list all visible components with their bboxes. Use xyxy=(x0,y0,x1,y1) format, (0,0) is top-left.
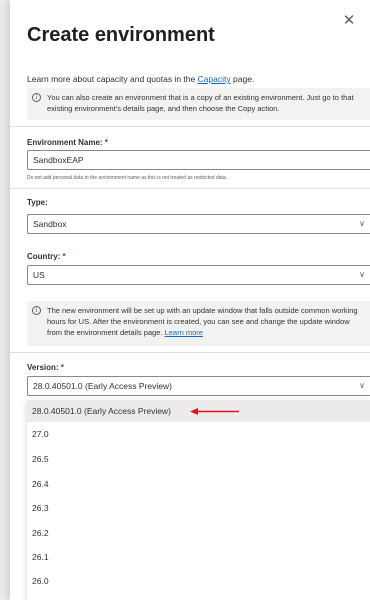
country-label: Country: * xyxy=(27,252,66,261)
close-icon[interactable]: ✕ xyxy=(342,13,356,28)
divider xyxy=(10,126,370,127)
type-select[interactable]: Sandbox ∨ xyxy=(27,214,370,234)
environment-name-label-text: Environment Name: xyxy=(27,138,103,147)
version-option[interactable]: 26.5 xyxy=(27,448,370,470)
version-option[interactable]: 26.1 xyxy=(27,546,370,568)
version-label-text: Version: xyxy=(27,363,59,372)
required-marker: * xyxy=(58,363,64,372)
copy-info-text: You can also create an environment that … xyxy=(47,93,354,113)
chevron-down-icon: ∨ xyxy=(359,381,365,390)
red-arrow-annotation-icon xyxy=(190,408,239,415)
version-select-value: 28.0.40501.0 (Early Access Preview) xyxy=(33,381,172,391)
version-option[interactable]: 26.4 xyxy=(27,473,370,495)
learn-more-link[interactable]: Learn more xyxy=(165,328,203,337)
version-option[interactable]: 27.0 xyxy=(27,423,370,445)
country-select[interactable]: US ∨ xyxy=(27,265,370,285)
required-marker: * xyxy=(60,252,66,261)
country-label-text: Country: xyxy=(27,252,61,261)
required-marker: * xyxy=(102,138,108,147)
country-select-value: US xyxy=(33,270,45,280)
panel-title: Create environment xyxy=(27,24,215,46)
chevron-down-icon: ∨ xyxy=(359,270,365,279)
environment-name-input[interactable]: SandboxEAP xyxy=(27,150,370,170)
info-icon: i xyxy=(32,93,41,102)
create-environment-panel: ✕ Create environment Learn more about ca… xyxy=(10,0,370,600)
divider xyxy=(10,352,370,353)
version-label: Version: * xyxy=(27,363,64,372)
version-option[interactable]: 26.0 xyxy=(27,570,370,592)
copy-info-box: i You can also create an environment tha… xyxy=(27,88,370,120)
update-window-info-box: i The new environment will be set up wit… xyxy=(27,301,370,346)
environment-name-label: Environment Name: * xyxy=(27,138,108,147)
capacity-info-text: Learn more about capacity and quotas in … xyxy=(27,74,254,84)
version-option[interactable]: 26.3 xyxy=(27,497,370,519)
version-dropdown-list: 28.0.40501.0 (Early Access Preview) 27.0… xyxy=(27,400,370,600)
capacity-link[interactable]: Capacity xyxy=(198,74,231,84)
type-label: Type: xyxy=(27,198,48,207)
chevron-down-icon: ∨ xyxy=(359,219,365,228)
learn-prefix: Learn more about capacity and quotas in … xyxy=(27,74,198,84)
version-select[interactable]: 28.0.40501.0 (Early Access Preview) ∨ xyxy=(27,376,370,396)
divider xyxy=(10,188,370,189)
environment-name-hint: Do not add personal data to the environm… xyxy=(27,175,228,181)
update-window-info-text: The new environment will be set up with … xyxy=(47,305,364,338)
version-option[interactable]: 26.2 xyxy=(27,522,370,544)
learn-suffix: page. xyxy=(230,74,255,84)
type-select-value: Sandbox xyxy=(33,219,67,229)
info-icon: i xyxy=(32,306,41,315)
